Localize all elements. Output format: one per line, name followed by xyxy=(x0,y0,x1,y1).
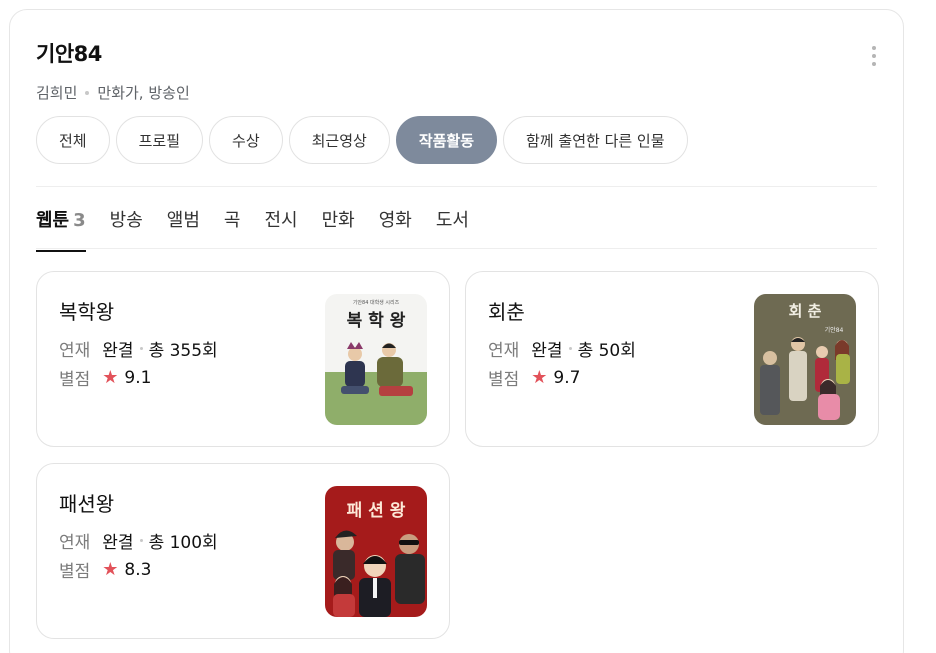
chip-all[interactable]: 전체 xyxy=(36,116,110,164)
real-name: 김희민 xyxy=(36,84,78,102)
tab-webtoon-count: 3 xyxy=(73,210,86,231)
tab-broadcast[interactable]: 방송 xyxy=(110,206,143,252)
work-card[interactable]: 회춘 연재 완결 총 50회 별점 ★ 9.7 회 춘 기안84 xyxy=(465,271,879,447)
chip-awards[interactable]: 수상 xyxy=(209,116,283,164)
work-card[interactable]: 복학왕 연재 완결 총 355회 별점 ★ 9.1 기안84 대학생 시리즈 복… xyxy=(36,271,450,447)
tab-album[interactable]: 앨범 xyxy=(167,206,200,252)
work-title: 회춘 xyxy=(488,300,525,324)
work-title: 복학왕 xyxy=(59,300,115,324)
chip-recent-videos[interactable]: 최근영상 xyxy=(288,116,390,164)
star-icon: ★ xyxy=(102,559,119,580)
rating-value: 9.7 xyxy=(553,367,581,388)
serial-info: 연재 완결 총 100회 xyxy=(59,528,218,553)
tab-comics[interactable]: 만화 xyxy=(322,206,355,252)
work-card[interactable]: 패션왕 연재 완결 총 100회 별점 ★ 8.3 패 션 왕 xyxy=(36,463,450,639)
webtoon-cover-image: 회 춘 기안84 xyxy=(754,294,856,425)
works-tabs: 웹툰 3 방송 앨범 곡 전시 만화 영화 도서 xyxy=(36,206,493,252)
rating-info: 별점 ★ 9.1 xyxy=(59,367,152,390)
serial-info: 연재 완결 총 50회 xyxy=(488,336,636,361)
divider xyxy=(36,248,877,249)
profile-header: 기안84 김희민 만화가, 방송인 xyxy=(36,38,190,103)
svg-text:회 춘: 회 춘 xyxy=(789,302,822,320)
category-chips: 전체 프로필 수상 최근영상 작품활동 함께 출연한 다른 인물 xyxy=(36,116,688,164)
profile-subline: 김희민 만화가, 방송인 xyxy=(36,82,190,103)
svg-text:기안84 대학생 시리즈: 기안84 대학생 시리즈 xyxy=(353,299,400,306)
episode-count: 총 50회 xyxy=(577,341,636,361)
rating-value: 9.1 xyxy=(124,367,152,388)
episode-count: 총 100회 xyxy=(148,533,218,553)
svg-text:패 션 왕: 패 션 왕 xyxy=(347,501,406,521)
chip-co-stars[interactable]: 함께 출연한 다른 인물 xyxy=(503,116,688,164)
chip-works[interactable]: 작품활동 xyxy=(395,116,498,164)
tab-movie[interactable]: 영화 xyxy=(379,206,412,252)
tab-song[interactable]: 곡 xyxy=(224,206,241,252)
profile-panel: 기안84 김희민 만화가, 방송인 전체 프로필 수상 최근영상 작품활동 함께… xyxy=(9,9,904,653)
chip-profile[interactable]: 프로필 xyxy=(115,116,204,164)
serial-status: 완결 xyxy=(102,533,134,553)
star-icon: ★ xyxy=(102,367,119,388)
separator-dot xyxy=(85,90,90,95)
webtoon-cover-image: 패 션 왕 xyxy=(325,486,427,617)
svg-text:기안84: 기안84 xyxy=(825,326,844,334)
star-icon: ★ xyxy=(531,367,548,388)
tab-exhibition[interactable]: 전시 xyxy=(264,206,297,252)
rating-info: 별점 ★ 9.7 xyxy=(488,367,581,390)
episode-count: 총 355회 xyxy=(148,341,218,361)
serial-info: 연재 완결 총 355회 xyxy=(59,336,218,361)
serial-status: 완결 xyxy=(102,341,134,361)
rating-info: 별점 ★ 8.3 xyxy=(59,559,152,582)
serial-status: 완결 xyxy=(531,341,563,361)
tab-books[interactable]: 도서 xyxy=(436,206,469,252)
more-options-icon[interactable] xyxy=(871,46,877,66)
profile-name: 기안84 xyxy=(36,42,102,66)
tab-webtoon[interactable]: 웹툰 3 xyxy=(36,206,86,252)
roles: 만화가, 방송인 xyxy=(97,84,190,102)
svg-text:복 학 왕: 복 학 왕 xyxy=(347,311,406,331)
webtoon-cover-image: 기안84 대학생 시리즈 복 학 왕 xyxy=(325,294,427,425)
work-title: 패션왕 xyxy=(59,492,115,516)
divider xyxy=(36,186,877,187)
rating-value: 8.3 xyxy=(124,559,152,580)
